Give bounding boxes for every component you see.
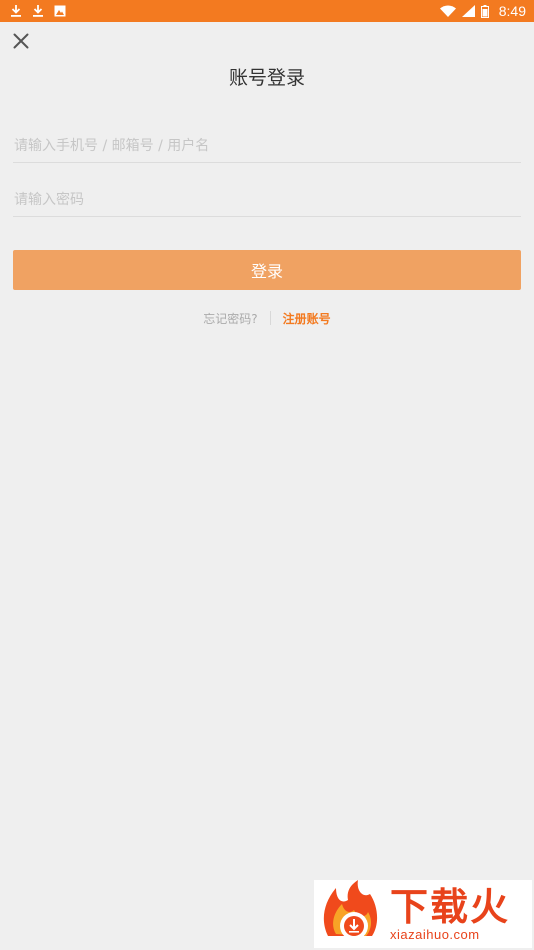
signal-icon [461, 5, 475, 17]
image-icon [54, 5, 66, 17]
watermark-title: 下载火 [390, 884, 511, 929]
close-icon [13, 33, 29, 53]
download-icon [10, 4, 22, 18]
system-icons: 8:49 [439, 3, 526, 19]
link-divider [269, 311, 271, 325]
password-input[interactable] [13, 183, 521, 217]
login-button[interactable]: 登录 [13, 250, 521, 290]
close-button[interactable] [10, 32, 32, 54]
status-bar: 8:49 [0, 0, 534, 22]
flame-logo-icon [318, 880, 386, 948]
notification-icons [10, 4, 66, 18]
status-time: 8:49 [498, 3, 526, 19]
auth-links: 忘记密码? 注册账号 [0, 308, 534, 328]
forgot-password-link[interactable]: 忘记密码? [203, 310, 257, 327]
wifi-icon [439, 5, 456, 17]
watermark-url: xiazaihuo.com [390, 926, 480, 942]
watermark-logo: 下载火 xiazaihuo.com [314, 880, 532, 948]
download-icon [32, 4, 44, 18]
page-title: 账号登录 [228, 67, 305, 89]
battery-icon [480, 4, 489, 18]
account-input[interactable] [13, 129, 521, 163]
register-link[interactable]: 注册账号 [283, 310, 331, 327]
